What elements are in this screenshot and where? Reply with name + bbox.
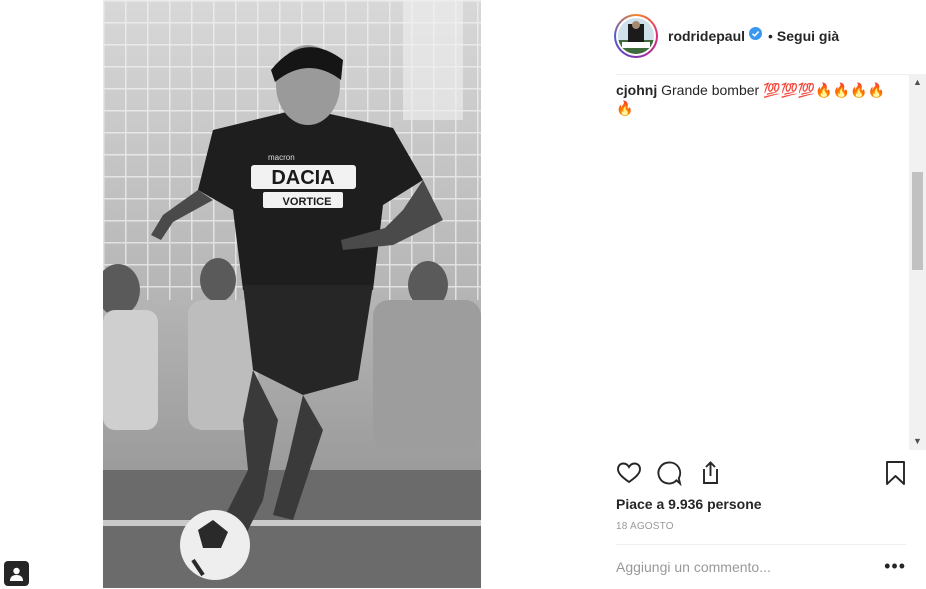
comment-item: cjohnj Grande bomber 💯💯💯🔥🔥🔥🔥 🔥 bbox=[616, 81, 888, 117]
tag-users-button[interactable] bbox=[4, 561, 29, 586]
scroll-down-icon[interactable]: ▼ bbox=[913, 437, 922, 446]
post-actions bbox=[616, 460, 910, 488]
jersey-brand-text: macron bbox=[268, 153, 295, 162]
add-comment-section: ••• bbox=[616, 544, 906, 589]
avatar[interactable] bbox=[614, 14, 658, 58]
bookmark-icon[interactable] bbox=[884, 460, 908, 491]
share-icon[interactable] bbox=[696, 460, 722, 491]
more-options-button[interactable]: ••• bbox=[884, 557, 906, 575]
post-photo[interactable]: DACIA VORTICE macron bbox=[103, 0, 481, 588]
likes-count[interactable]: Piace a 9.936 persone bbox=[616, 496, 762, 512]
comment-text-overflow: 🔥 bbox=[616, 100, 634, 116]
post-date[interactable]: 18 AGOSTO bbox=[616, 521, 674, 532]
comments-scrollbar[interactable]: ▲ ▼ bbox=[909, 74, 926, 450]
tag-user-icon bbox=[10, 567, 23, 581]
heart-icon[interactable] bbox=[616, 460, 642, 491]
post-details-panel: rodridepaul • Segui già cjohnj Grande bo… bbox=[600, 0, 926, 588]
verified-badge-icon bbox=[749, 27, 763, 45]
photo-area: DACIA VORTICE macron bbox=[0, 0, 600, 588]
scroll-up-icon[interactable]: ▲ bbox=[913, 78, 922, 87]
follow-status-button[interactable]: Segui già bbox=[777, 28, 839, 44]
comment-input[interactable] bbox=[616, 555, 866, 579]
post-header: rodridepaul • Segui già bbox=[614, 12, 839, 60]
username-link[interactable]: rodridepaul bbox=[668, 28, 745, 44]
comment-icon[interactable] bbox=[656, 460, 682, 491]
comment-text: Grande bomber 💯💯💯🔥🔥🔥🔥 bbox=[661, 82, 886, 98]
comment-username[interactable]: cjohnj bbox=[616, 82, 657, 98]
jersey-subsponsor-text: VORTICE bbox=[283, 196, 332, 208]
scrollbar-thumb[interactable] bbox=[912, 172, 923, 270]
comments-list: cjohnj Grande bomber 💯💯💯🔥🔥🔥🔥 🔥 bbox=[616, 74, 912, 451]
jersey-sponsor-text: DACIA bbox=[271, 167, 334, 189]
header-separator: • bbox=[768, 28, 773, 44]
